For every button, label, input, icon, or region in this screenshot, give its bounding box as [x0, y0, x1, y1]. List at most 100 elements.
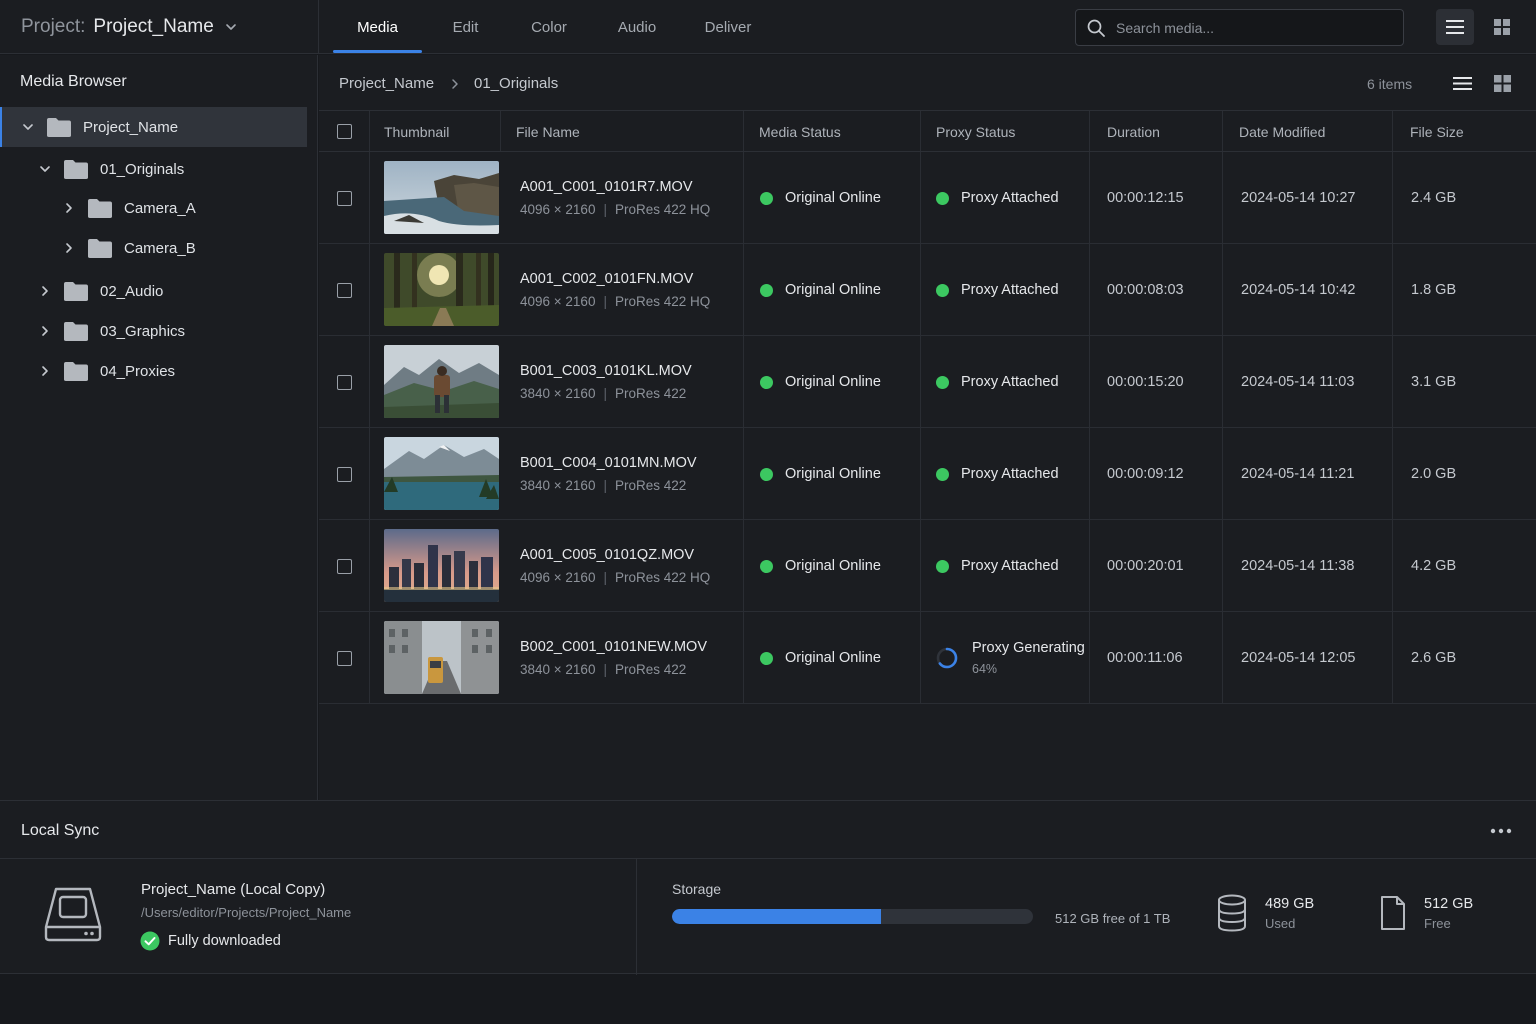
row-select-cell [337, 612, 352, 704]
tab-deliver[interactable]: Deliver [685, 0, 771, 54]
table-header: Thumbnail File Name Media Status Proxy S… [319, 111, 1536, 152]
tree-item-01-originals[interactable]: 01_Originals [0, 149, 307, 189]
row-checkbox[interactable] [337, 650, 352, 666]
grid-view-button[interactable] [1483, 9, 1521, 45]
chevron-right-icon[interactable] [61, 240, 77, 256]
project-selector[interactable]: Project: Project_Name [21, 0, 238, 54]
chevron-right-icon[interactable] [61, 200, 77, 216]
table-row[interactable]: A001_C005_0101QZ.MOV 4096 × 2160 | ProRes … [319, 520, 1536, 612]
meta-separator: | [603, 294, 607, 309]
status-dot-icon [760, 191, 773, 205]
tree-item-03-graphics[interactable]: 03_Graphics [0, 311, 307, 351]
tab-color[interactable]: Color [509, 0, 589, 54]
date-modified: 2024-05-14 11:21 [1241, 466, 1355, 482]
media-status-label: Original Online [785, 282, 881, 298]
tab-audio[interactable]: Audio [589, 0, 685, 54]
row-checkbox[interactable] [337, 558, 352, 574]
file-name: B002_C001_0101NEW.MOV [520, 639, 707, 655]
column-header-thumbnail[interactable]: Thumbnail [384, 111, 449, 152]
media-status-cell: Original Online [760, 152, 881, 244]
row-checkbox[interactable] [337, 190, 352, 206]
storage-progress-fill [672, 909, 882, 924]
table-row[interactable]: B001_C004_0101MN.MOV 3840 × 2160 | ProRes … [319, 428, 1536, 520]
column-header-file-size[interactable]: File Size [1410, 111, 1464, 152]
tree-item-04-proxies[interactable]: 04_Proxies [0, 351, 307, 391]
search-input[interactable] [1116, 19, 1376, 36]
column-header-date-modified[interactable]: Date Modified [1239, 111, 1325, 152]
list-view-icon [1445, 19, 1465, 35]
chevron-right-icon[interactable] [37, 283, 53, 299]
row-checkbox[interactable] [337, 466, 352, 482]
thumbnail[interactable] [384, 621, 499, 694]
storage-free-text: 512 GB free of 1 TB [1055, 911, 1171, 926]
row-checkbox[interactable] [337, 282, 352, 298]
resolution: 4096 × 2160 [520, 202, 596, 217]
file-meta: 4096 × 2160 | ProRes 422 HQ [520, 570, 710, 585]
codec: ProRes 422 HQ [614, 294, 711, 309]
column-header-media-status[interactable]: Media Status [759, 111, 841, 152]
file-meta: 4096 × 2160 | ProRes 422 HQ [520, 294, 710, 309]
breadcrumb-item[interactable]: Project_Name [339, 75, 434, 92]
file-icon [1380, 895, 1406, 931]
status-strip [0, 975, 1536, 1024]
folder-icon [63, 159, 89, 180]
proxy-status-label: Proxy Attached [961, 282, 1059, 298]
free-storage: 512 GB Free [1424, 896, 1473, 931]
row-select-cell [337, 244, 352, 336]
folder-icon [87, 198, 113, 219]
status-dot-icon [760, 651, 773, 665]
tab-media[interactable]: Media [333, 0, 422, 54]
date-modified: 2024-05-14 10:42 [1241, 282, 1356, 298]
meta-separator: | [603, 386, 607, 401]
file-size: 2.6 GB [1411, 650, 1457, 666]
thumbnail[interactable] [384, 529, 499, 602]
chevron-down-icon[interactable] [37, 161, 53, 177]
list-view-button[interactable] [1436, 9, 1474, 45]
thumbnail[interactable] [384, 437, 499, 510]
tab-edit[interactable]: Edit [422, 0, 509, 54]
table-row[interactable]: A001_C001_0101R7.MOV 4096 × 2160 | ProRes … [319, 152, 1536, 244]
media-status-label: Original Online [785, 466, 881, 482]
file-meta: 3840 × 2160 | ProRes 422 [520, 386, 692, 401]
project-name: Project_Name [93, 16, 214, 37]
file-size: 2.0 GB [1411, 466, 1457, 482]
thumbnail[interactable] [384, 345, 499, 418]
file-name-cell: A001_C005_0101QZ.MOV 4096 × 2160 | ProRes … [520, 520, 710, 612]
row-checkbox[interactable] [337, 374, 352, 390]
column-header-file-name[interactable]: File Name [516, 111, 580, 152]
tree-item-02-audio[interactable]: 02_Audio [0, 271, 307, 311]
column-header-proxy-status[interactable]: Proxy Status [936, 111, 1015, 152]
column-header-duration[interactable]: Duration [1107, 111, 1160, 152]
more-options-button[interactable] [1484, 819, 1518, 843]
table-row[interactable]: A001_C002_0101FN.MOV 4096 × 2160 | ProRes … [319, 244, 1536, 336]
thumbnail-image [384, 161, 499, 234]
breadcrumb-item[interactable]: 01_Originals [474, 75, 558, 92]
local-sync-title: Local Sync [21, 822, 100, 839]
chevron-right-icon[interactable] [37, 363, 53, 379]
tree-item-camera-a[interactable]: Camera_A [0, 188, 307, 228]
table-row[interactable]: B001_C003_0101KL.MOV 3840 × 2160 | ProRes … [319, 336, 1536, 428]
media-status-cell: Original Online [760, 428, 881, 520]
list-view-button[interactable] [1443, 65, 1481, 101]
tree-item-project[interactable]: Project_Name [0, 107, 307, 147]
project-label: Project: [21, 16, 86, 37]
folder-icon [87, 238, 113, 259]
used-value: 489 GB [1265, 896, 1315, 912]
used-caption: Used [1265, 916, 1296, 931]
thumbnail[interactable] [384, 253, 499, 326]
thumbnail[interactable] [384, 161, 499, 234]
grid-view-button[interactable] [1483, 65, 1521, 101]
folder-icon [63, 361, 89, 382]
tree-item-camera-b[interactable]: Camera_B [0, 228, 307, 268]
status-dot-icon [936, 191, 949, 205]
thumbnail-image [384, 253, 499, 326]
thumbnail-image [384, 621, 499, 694]
select-all-checkbox[interactable] [337, 124, 352, 139]
media-status-label: Original Online [785, 558, 881, 574]
chevron-down-icon[interactable] [20, 119, 36, 135]
file-name-cell: B001_C003_0101KL.MOV 3840 × 2160 | ProRes … [520, 336, 692, 428]
row-select-cell [337, 428, 352, 520]
chevron-right-icon[interactable] [37, 323, 53, 339]
table-row[interactable]: B002_C001_0101NEW.MOV 3840 × 2160 | ProRes… [319, 612, 1536, 704]
proxy-status-label: Proxy Generating [972, 640, 1085, 656]
